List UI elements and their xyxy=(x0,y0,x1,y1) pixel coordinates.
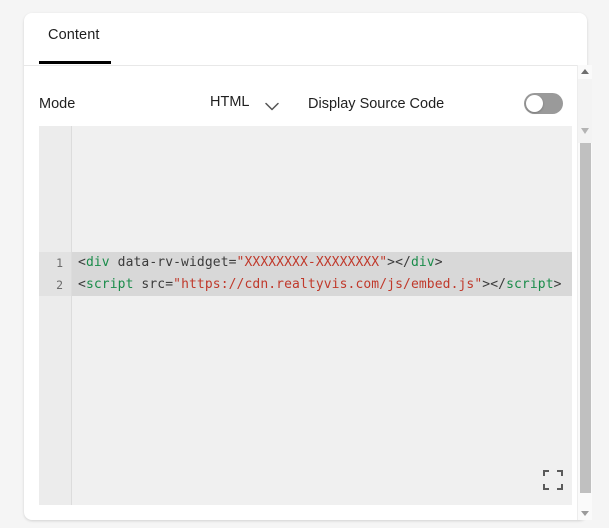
scroll-mid-arrow-icon xyxy=(581,121,589,134)
code-token-tag: script xyxy=(506,277,554,292)
code-token-punct: ></ xyxy=(387,255,411,270)
toggle-knob xyxy=(526,95,543,112)
scroll-down-arrow-icon[interactable] xyxy=(578,506,592,520)
code-token-attr: src= xyxy=(133,277,174,292)
mode-select[interactable]: HTML xyxy=(210,94,280,110)
page-scrollbar[interactable] xyxy=(577,65,592,520)
code-token-attr: data-rv-widget= xyxy=(109,255,237,270)
code-token-punct: < xyxy=(78,255,86,270)
code-token-punct: < xyxy=(78,277,86,292)
code-line[interactable]: <script src="https://cdn.realtyvis.com/j… xyxy=(72,274,572,296)
tab-content[interactable]: Content xyxy=(39,27,109,56)
chevron-down-icon xyxy=(265,98,280,110)
editor-controls: Mode HTML Display Source Code xyxy=(24,66,587,126)
mode-label: Mode xyxy=(39,96,76,112)
active-tab-indicator xyxy=(39,61,111,64)
line-number: 1 xyxy=(56,256,63,270)
code-token-str: "XXXXXXXX-XXXXXXXX" xyxy=(236,255,388,270)
display-source-code-label: Display Source Code xyxy=(308,96,445,112)
fullscreen-icon[interactable] xyxy=(543,470,563,490)
line-number: 2 xyxy=(56,278,63,292)
code-token-punct: > xyxy=(553,277,562,292)
display-source-code-toggle[interactable] xyxy=(524,93,563,114)
code-token-tag: div xyxy=(410,255,435,270)
scrollbar-thumb[interactable] xyxy=(580,143,591,493)
content-card: Content Mode HTML Display Source Code 1 … xyxy=(24,13,587,520)
scroll-up-arrow-icon[interactable] xyxy=(578,65,592,79)
code-token-tag: script xyxy=(85,277,134,292)
code-line[interactable]: <div data-rv-widget="XXXXXXXX-XXXXXXXX">… xyxy=(72,252,572,274)
code-token-punct: > xyxy=(434,255,443,270)
code-editor[interactable]: 1 2 <div data-rv-widget="XXXXXXXX-XXXXXX… xyxy=(39,126,572,505)
mode-select-value: HTML xyxy=(210,94,250,110)
editor-gutter xyxy=(39,126,72,505)
code-token-tag: div xyxy=(85,255,110,270)
code-token-punct: ></ xyxy=(482,277,507,292)
tab-bar: Content xyxy=(24,13,587,66)
code-token-str: "https://cdn.realtyvis.com/js/embed.js" xyxy=(173,277,483,292)
